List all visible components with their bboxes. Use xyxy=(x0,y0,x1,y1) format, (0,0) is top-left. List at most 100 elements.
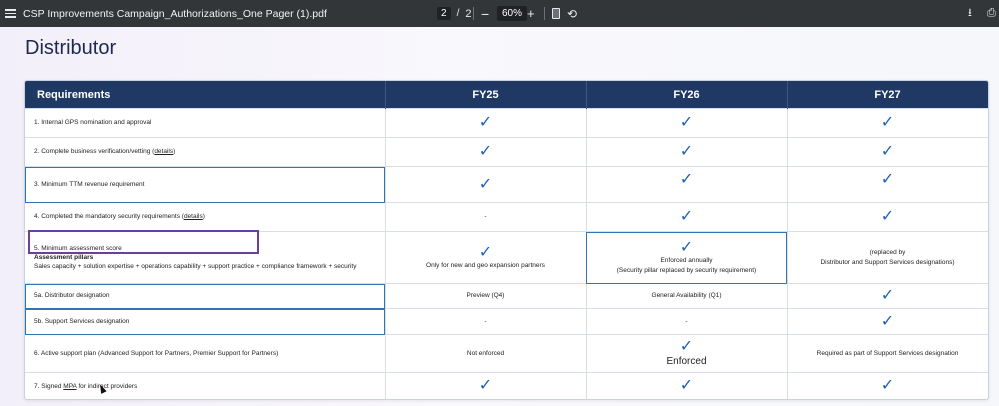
column-header: FY27 xyxy=(787,81,988,109)
fy25-cell: Preview (Q4) xyxy=(385,283,587,309)
checkmark-icon: ✓ xyxy=(880,377,895,395)
requirement-cell: 1. Internal GPS nomination and approval xyxy=(25,108,386,138)
checkmark-icon: ✓ xyxy=(880,208,895,225)
pdf-toolbar: CSP Improvements Campaign_Authorizations… xyxy=(0,0,999,27)
page-total: 2 xyxy=(465,7,472,20)
requirement-cell: 2. Complete business verification/vettin… xyxy=(25,137,386,167)
table-row: 7. Signed MPA for indirect providers ✓ ✓… xyxy=(25,372,988,399)
fy25-cell: ✓ xyxy=(385,372,587,399)
checkmark-icon: ✓ xyxy=(880,312,895,330)
requirements-table: Requirements FY25 FY26 FY27 1. Internal … xyxy=(24,80,989,400)
details-link[interactable]: details xyxy=(184,213,203,220)
requirement-text: 4. Completed the mandatory security requ… xyxy=(34,213,184,221)
toolbar-divider xyxy=(473,7,474,20)
fy27-note: Distributor and Support Services designa… xyxy=(820,258,955,266)
toolbar-divider xyxy=(544,7,545,20)
checkmark-icon: ✓ xyxy=(679,208,694,225)
fy25-cell: - xyxy=(385,308,587,335)
zoom-out-button[interactable]: − xyxy=(481,0,489,27)
requirement-text: 2. Complete business verification/vettin… xyxy=(34,148,155,156)
fy25-cell: ✓ xyxy=(385,166,587,203)
checkmark-icon: ✓ xyxy=(478,143,493,160)
requirement-cell: 6. Active support plan (Advanced Support… xyxy=(25,334,386,373)
document-title: CSP Improvements Campaign_Authorizations… xyxy=(23,7,327,20)
fy25-cell: ✓ xyxy=(385,108,587,138)
checkmark-icon: ✓ xyxy=(880,114,895,131)
fy26-note: Enforced xyxy=(666,355,707,367)
fy25-cell: Not enforced xyxy=(385,334,587,373)
requirement-cell: 5. Minimum assessment score Assessment p… xyxy=(25,231,386,284)
fy27-cell: ✓ xyxy=(787,166,988,203)
column-header: FY25 xyxy=(385,81,587,109)
checkmark-icon: ✓ xyxy=(679,114,694,131)
requirement-cell: 5a. Distributor designation xyxy=(25,283,386,309)
fy27-cell: ✓ xyxy=(787,202,988,232)
checkmark-icon: ✓ xyxy=(880,171,895,188)
mpa-link[interactable]: MPA xyxy=(63,383,76,390)
assessment-pillars-list: Sales capacity + solution expertise + op… xyxy=(34,263,357,271)
requirement-text: for indirect providers xyxy=(76,382,138,390)
checkmark-icon: ✓ xyxy=(478,175,493,193)
table-row: 6. Active support plan (Advanced Support… xyxy=(25,334,988,373)
checkmark-icon: ✓ xyxy=(679,239,694,257)
zoom-level[interactable]: 60% xyxy=(497,0,528,27)
rotate-icon[interactable]: ⟲ xyxy=(567,0,577,27)
page-separator: / xyxy=(456,8,460,19)
table-header-row: Requirements FY25 FY26 FY27 xyxy=(25,81,988,109)
fy27-note: (replaced by xyxy=(869,249,906,257)
checkmark-icon: ✓ xyxy=(478,243,493,261)
table-row: 4. Completed the mandatory security requ… xyxy=(25,202,988,232)
zoom-in-button[interactable]: + xyxy=(527,0,535,27)
fy27-cell: ✓ xyxy=(787,137,988,167)
fy26-cell: ✓ xyxy=(586,372,788,399)
fy26-cell: - xyxy=(586,308,788,335)
checkmark-icon: ✓ xyxy=(478,377,493,395)
fy27-cell: (replaced by Distributor and Support Ser… xyxy=(787,231,988,284)
fy27-cell: ✓ xyxy=(787,308,988,335)
requirement-cell: 3. Minimum TTM revenue requirement xyxy=(25,166,386,203)
column-header: Requirements xyxy=(25,81,386,109)
requirement-cell: 7. Signed MPA for indirect providers xyxy=(25,372,386,399)
checkmark-icon: ✓ xyxy=(679,143,694,160)
requirement-cell: 4. Completed the mandatory security requ… xyxy=(25,202,386,232)
table-row: 3. Minimum TTM revenue requirement ✓ ✓ ✓ xyxy=(25,166,988,203)
fy25-cell: ✓ Only for new and geo expansion partner… xyxy=(385,231,587,284)
assessment-pillars-label: Assessment pillars xyxy=(34,253,94,261)
checkmark-icon: ✓ xyxy=(478,114,493,131)
checkmark-icon: ✓ xyxy=(880,143,895,160)
table-row: 5b. Support Services designation - - ✓ xyxy=(25,308,988,335)
fy27-cell: Required as part of Support Services des… xyxy=(787,334,988,373)
checkmark-icon: ✓ xyxy=(679,377,694,395)
checkmark-icon: ✓ xyxy=(679,337,694,355)
page-number-input[interactable]: 2 xyxy=(437,7,451,20)
fy26-cell: ✓ xyxy=(586,166,788,203)
fy27-cell: ✓ xyxy=(787,283,988,309)
requirement-text: ) xyxy=(173,148,176,156)
page-indicator: 2 / 2 xyxy=(437,0,471,27)
fy25-note: Only for new and geo expansion partners xyxy=(426,261,545,269)
fy26-cell: General Availability (Q1) xyxy=(586,283,788,309)
requirement-text: 5. Minimum assessment score xyxy=(34,244,122,252)
fy26-note: (Security pillar replaced by security re… xyxy=(616,266,757,274)
print-icon[interactable]: ⎙ xyxy=(987,0,996,27)
fy25-cell: ✓ xyxy=(385,137,587,167)
fy26-cell: ✓ Enforced annually (Security pillar rep… xyxy=(586,231,788,284)
requirement-text: 7. Signed xyxy=(34,382,64,390)
requirement-cell: 5b. Support Services designation xyxy=(25,308,386,335)
download-icon[interactable]: ⭳ xyxy=(968,0,972,27)
details-link[interactable]: details xyxy=(154,148,173,155)
fy26-cell: ✓ xyxy=(586,137,788,167)
zoom-value: 60% xyxy=(497,6,528,21)
menu-icon[interactable] xyxy=(5,0,17,27)
table-row: 5a. Distributor designation Preview (Q4)… xyxy=(25,283,988,309)
checkmark-icon: ✓ xyxy=(679,171,694,188)
requirement-text: ) xyxy=(202,213,205,221)
pdf-page: Distributor Requirements FY25 FY26 FY27 … xyxy=(0,27,999,406)
table-row: 5. Minimum assessment score Assessment p… xyxy=(25,231,988,284)
fit-page-icon[interactable] xyxy=(552,8,560,19)
checkmark-icon: ✓ xyxy=(880,287,895,304)
fy26-cell: ✓ xyxy=(586,108,788,138)
fy26-note: Enforced annually xyxy=(660,257,713,265)
fy27-cell: ✓ xyxy=(787,372,988,399)
page-heading: Distributor xyxy=(25,37,117,59)
